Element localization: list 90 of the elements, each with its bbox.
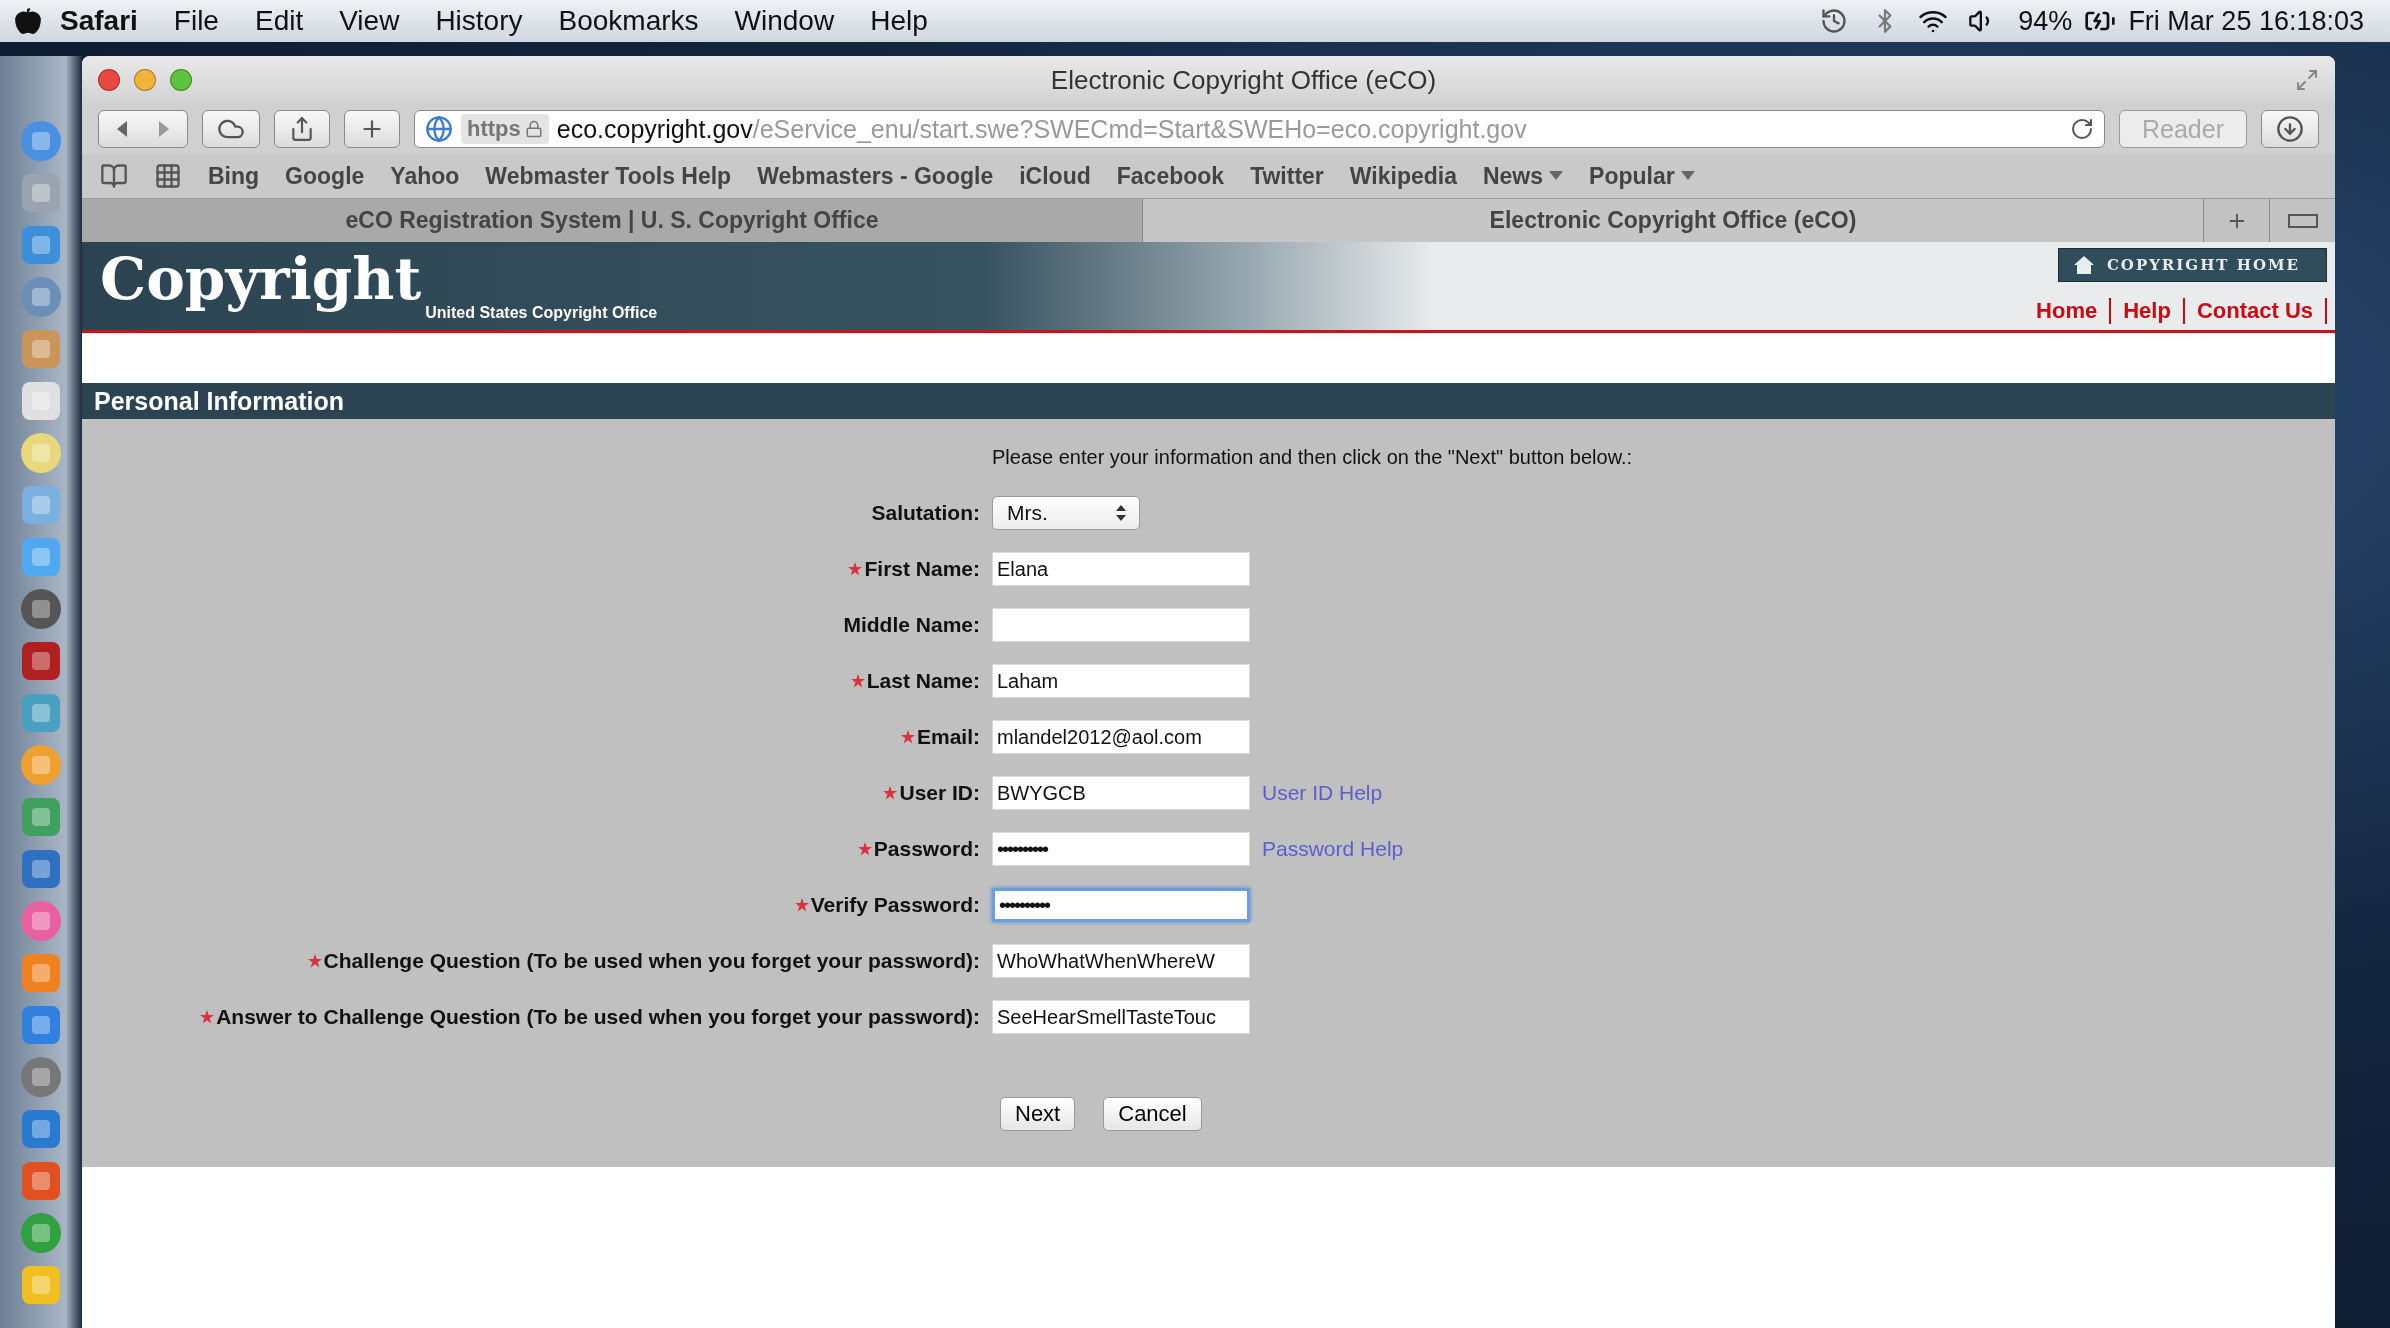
- fullscreen-icon[interactable]: [2295, 68, 2319, 92]
- bookmark-link[interactable]: Yahoo: [390, 162, 460, 190]
- form-button[interactable]: Next: [1000, 1097, 1076, 1131]
- text-field[interactable]: mlandel2012@aol.com: [992, 720, 1250, 754]
- tab-overview-icon: [2286, 212, 2319, 229]
- password-field[interactable]: ••••••••••: [992, 888, 1250, 922]
- app-icon[interactable]: [18, 742, 64, 788]
- text-field[interactable]: Laham: [992, 664, 1250, 698]
- icloud-tabs-button[interactable]: [202, 110, 260, 148]
- https-badge: https: [461, 114, 549, 144]
- text-field[interactable]: Elana: [992, 552, 1250, 586]
- time-machine-icon[interactable]: [1820, 7, 1849, 35]
- field-label: Salutation:: [871, 501, 980, 525]
- bookmark-link[interactable]: Bing: [208, 162, 260, 190]
- site-logo[interactable]: Copyright: [100, 248, 422, 312]
- app-icon[interactable]: [18, 274, 64, 320]
- copyright-home-button[interactable]: COPYRIGHT HOME: [2057, 248, 2327, 282]
- address-field[interactable]: https eco.copyright.gov/eService_enu/start.swe?SWECmd=Start&SWEHo=eco.copyright.gov: [414, 110, 2105, 148]
- new-tab-button[interactable]: [2203, 199, 2269, 242]
- caret-icon: [1549, 171, 1564, 181]
- section-title: Personal Information: [82, 383, 2335, 419]
- text-field[interactable]: SeeHearSmellTasteTouc: [992, 1000, 1250, 1034]
- bookmark-link[interactable]: Google: [285, 162, 365, 190]
- window-title: Electronic Copyright Office (eCO): [1049, 64, 1438, 96]
- bookmark-link[interactable]: iCloud: [1019, 162, 1091, 190]
- app-icon[interactable]: [18, 1054, 64, 1100]
- field-label: Email:: [916, 725, 980, 749]
- field-label: Verify Password:: [810, 893, 980, 917]
- header-link[interactable]: Home: [2024, 298, 2112, 324]
- bookmark-link[interactable]: Wikipedia: [1349, 162, 1457, 190]
- menu-item[interactable]: Safari: [42, 5, 156, 37]
- instruction-text: Please enter your information and then click on the "Next" button below.:: [992, 445, 1634, 469]
- menu-item[interactable]: View: [321, 5, 418, 37]
- text-field[interactable]: BWYGCB: [992, 776, 1250, 810]
- app-icon[interactable]: [18, 586, 64, 632]
- bookmarks-icon[interactable]: [100, 162, 128, 190]
- app-icon[interactable]: [18, 898, 64, 944]
- field-label: Password:: [873, 837, 980, 861]
- bookmark-link[interactable]: Twitter: [1250, 162, 1324, 190]
- reload-icon[interactable]: [2070, 117, 2094, 141]
- salutation-select[interactable]: Mrs.: [992, 496, 1140, 530]
- menu-item[interactable]: Help: [852, 5, 946, 37]
- field-label: First Name:: [864, 557, 980, 581]
- share-button[interactable]: [274, 110, 330, 148]
- bookmark-link[interactable]: Facebook: [1116, 162, 1225, 190]
- menu-item[interactable]: History: [417, 5, 541, 37]
- field-label: Challenge Question (To be used when you forget your password):: [323, 949, 980, 973]
- url-text: eco.copyright.gov/eService_enu/start.swe?SWECmd=Start&SWEHo=eco.copyright.gov: [556, 114, 1528, 144]
- back-forward-button[interactable]: [98, 110, 188, 148]
- downloads-button[interactable]: [2261, 110, 2319, 148]
- globe-icon: [425, 115, 453, 143]
- close-button[interactable]: [98, 69, 120, 91]
- battery-percent: 94%: [2017, 5, 2074, 37]
- menu-item[interactable]: Edit: [236, 5, 322, 37]
- add-button[interactable]: [344, 110, 400, 148]
- text-field[interactable]: [992, 608, 1250, 642]
- bookmark-link[interactable]: Popular: [1589, 162, 1695, 190]
- app-icon[interactable]: [18, 1210, 64, 1256]
- browser-tab[interactable]: eCO Registration System | U. S. Copyright Office: [82, 199, 1143, 242]
- bookmark-link[interactable]: Webmasters - Google: [757, 162, 994, 190]
- download-icon: [2276, 115, 2304, 143]
- bookmark-link[interactable]: Webmaster Tools Help: [485, 162, 732, 190]
- app-icon[interactable]: [18, 430, 64, 476]
- tab-overview-button[interactable]: [2269, 199, 2335, 242]
- field-label: User ID:: [899, 781, 980, 805]
- field-label: Middle Name:: [843, 613, 980, 637]
- zoom-button[interactable]: [170, 69, 192, 91]
- menu-item[interactable]: Bookmarks: [540, 5, 717, 37]
- menu-item[interactable]: Window: [716, 5, 853, 37]
- app-icon[interactable]: [18, 118, 64, 164]
- stepper-arrows-icon: [1115, 504, 1127, 522]
- menu-clock[interactable]: Fri Mar 25 16:18:03: [2116, 5, 2376, 37]
- bookmark-link[interactable]: News: [1482, 162, 1564, 190]
- browser-tab[interactable]: Electronic Copyright Office (eCO): [1143, 199, 2203, 242]
- header-link[interactable]: Contact Us: [2184, 298, 2327, 324]
- text-field[interactable]: WhoWhatWhenWhereW: [992, 944, 1250, 978]
- field-label: Answer to Challenge Question (To be used when you forget your password):: [216, 1005, 980, 1029]
- lock-icon: [524, 120, 543, 138]
- minimize-button[interactable]: [134, 69, 156, 91]
- password-field[interactable]: ••••••••••: [992, 832, 1250, 866]
- header-link[interactable]: Help: [2111, 298, 2185, 324]
- share-icon: [289, 116, 315, 142]
- logo-subtitle: United States Copyright Office: [425, 304, 658, 323]
- caret-icon: [1680, 171, 1695, 181]
- menu-item[interactable]: File: [155, 5, 237, 37]
- apple-icon[interactable]: [14, 7, 42, 35]
- house-icon: [2072, 255, 2095, 275]
- field-label: Last Name:: [866, 669, 980, 693]
- form-button[interactable]: Cancel: [1103, 1097, 1202, 1131]
- top-sites-icon[interactable]: [154, 162, 182, 190]
